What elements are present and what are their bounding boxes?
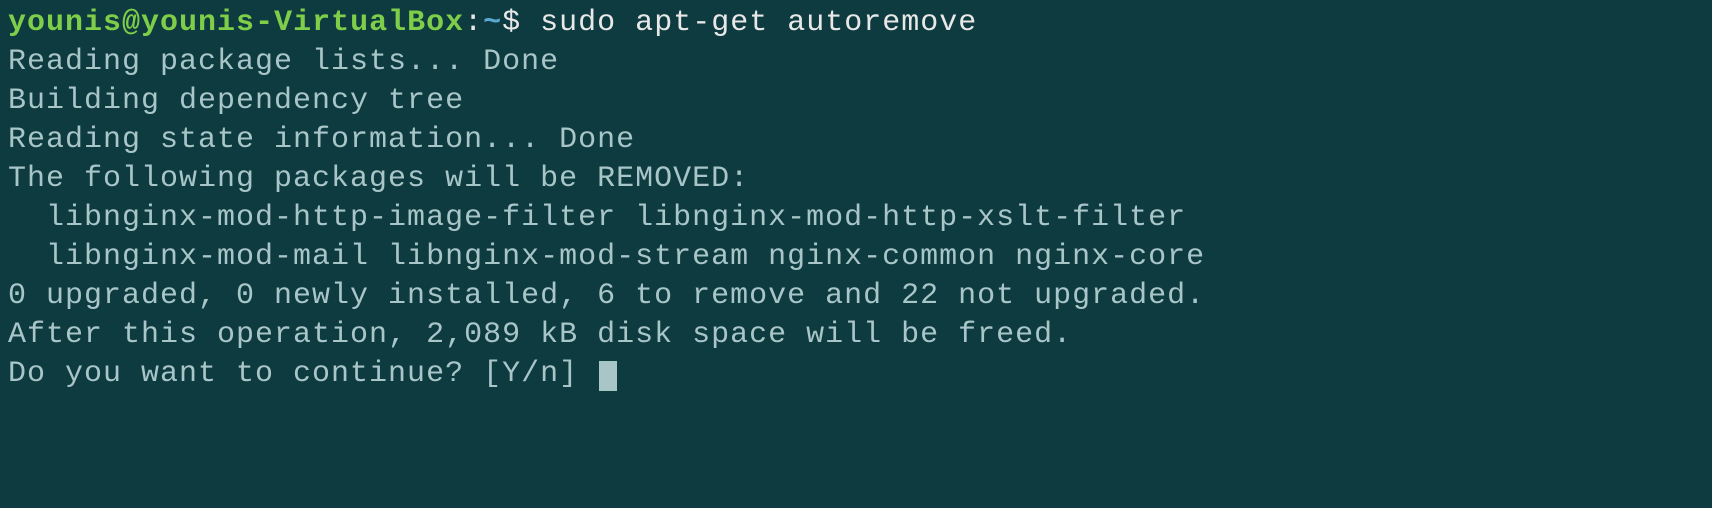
prompt-colon: :	[464, 6, 483, 40]
output-line-7: 0 upgraded, 0 newly installed, 6 to remo…	[8, 277, 1704, 316]
prompt-command	[521, 6, 540, 40]
output-line-9: Do you want to continue? [Y/n]	[8, 355, 1704, 394]
output-line-2: Building dependency tree	[8, 82, 1704, 121]
prompt-user: younis	[8, 6, 122, 40]
output-line-5: libnginx-mod-http-image-filter libnginx-…	[8, 199, 1704, 238]
terminal-cursor[interactable]	[599, 361, 617, 391]
prompt-dollar: $	[502, 6, 521, 40]
prompt-line: younis@younis-VirtualBox:~$ sudo apt-get…	[8, 4, 1704, 43]
output-line-1: Reading package lists... Done	[8, 43, 1704, 82]
output-line-3: Reading state information... Done	[8, 121, 1704, 160]
prompt-host: younis-VirtualBox	[141, 6, 464, 40]
continue-prompt: Do you want to continue? [Y/n]	[8, 357, 597, 391]
prompt-path: ~	[483, 6, 502, 40]
terminal-window[interactable]: younis@younis-VirtualBox:~$ sudo apt-get…	[8, 4, 1704, 394]
output-line-4: The following packages will be REMOVED:	[8, 160, 1704, 199]
prompt-at: @	[122, 6, 141, 40]
output-line-8: After this operation, 2,089 kB disk spac…	[8, 316, 1704, 355]
output-line-6: libnginx-mod-mail libnginx-mod-stream ng…	[8, 238, 1704, 277]
command-text: sudo apt-get autoremove	[540, 6, 977, 40]
